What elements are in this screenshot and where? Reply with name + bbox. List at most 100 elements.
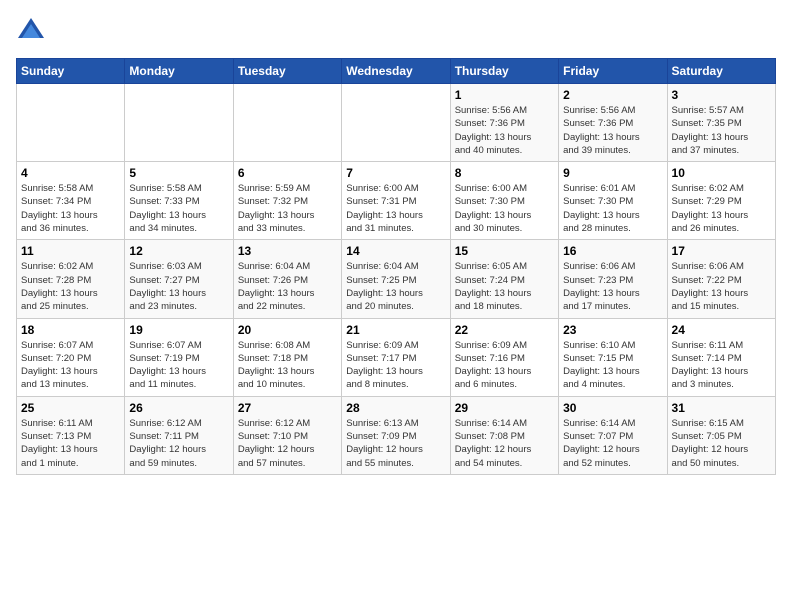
day-number: 26 <box>129 401 228 415</box>
calendar-cell: 24Sunrise: 6:11 AM Sunset: 7:14 PM Dayli… <box>667 318 775 396</box>
day-number: 18 <box>21 323 120 337</box>
calendar-cell: 22 Sunrise: 6:09 AM Sunset: 7:16 PM Dayli… <box>450 318 558 396</box>
calendar-cell: 3 Sunrise: 5:57 AM Sunset: 7:35 PM Daylig… <box>667 84 775 162</box>
page-header <box>16 16 776 46</box>
day-number: 25 <box>21 401 120 415</box>
calendar: SundayMondayTuesdayWednesdayThursdayFrid… <box>16 58 776 475</box>
calendar-week-3: 11 Sunrise: 6:02 AM Sunset: 7:28 PM Dayli… <box>17 240 776 318</box>
day-number: 3 <box>672 88 771 102</box>
day-info: Sunrise: 6:15 AM Sunset: 7:05 PM Dayligh… <box>672 417 771 470</box>
calendar-cell <box>233 84 341 162</box>
day-info: Sunrise: 6:04 AM Sunset: 7:26 PM Dayligh… <box>238 260 337 313</box>
calendar-cell: 7 Sunrise: 6:00 AM Sunset: 7:31 PM Daylig… <box>342 162 450 240</box>
calendar-cell: 8 Sunrise: 6:00 AM Sunset: 7:30 PM Daylig… <box>450 162 558 240</box>
calendar-week-5: 25 Sunrise: 6:11 AM Sunset: 7:13 PM Dayli… <box>17 396 776 474</box>
day-info: Sunrise: 6:06 AM Sunset: 7:22 PM Dayligh… <box>672 260 771 313</box>
calendar-cell: 26 Sunrise: 6:12 AM Sunset: 7:11 PM Dayli… <box>125 396 233 474</box>
day-info: Sunrise: 6:14 AM Sunset: 7:07 PM Dayligh… <box>563 417 662 470</box>
day-number: 12 <box>129 244 228 258</box>
day-number: 17 <box>672 244 771 258</box>
day-info: Sunrise: 5:57 AM Sunset: 7:35 PM Dayligh… <box>672 104 771 157</box>
calendar-week-4: 18Sunrise: 6:07 AM Sunset: 7:20 PM Dayli… <box>17 318 776 396</box>
day-number: 15 <box>455 244 554 258</box>
calendar-cell: 10Sunrise: 6:02 AM Sunset: 7:29 PM Dayli… <box>667 162 775 240</box>
day-number: 14 <box>346 244 445 258</box>
day-number: 21 <box>346 323 445 337</box>
day-info: Sunrise: 5:59 AM Sunset: 7:32 PM Dayligh… <box>238 182 337 235</box>
day-number: 24 <box>672 323 771 337</box>
day-number: 20 <box>238 323 337 337</box>
day-number: 8 <box>455 166 554 180</box>
day-info: Sunrise: 5:58 AM Sunset: 7:33 PM Dayligh… <box>129 182 228 235</box>
day-number: 4 <box>21 166 120 180</box>
day-info: Sunrise: 5:56 AM Sunset: 7:36 PM Dayligh… <box>455 104 554 157</box>
calendar-cell: 21 Sunrise: 6:09 AM Sunset: 7:17 PM Dayli… <box>342 318 450 396</box>
calendar-header-saturday: Saturday <box>667 59 775 84</box>
logo <box>16 16 50 46</box>
day-number: 9 <box>563 166 662 180</box>
day-number: 27 <box>238 401 337 415</box>
calendar-cell: 5 Sunrise: 5:58 AM Sunset: 7:33 PM Daylig… <box>125 162 233 240</box>
day-info: Sunrise: 5:56 AM Sunset: 7:36 PM Dayligh… <box>563 104 662 157</box>
day-number: 31 <box>672 401 771 415</box>
calendar-cell: 4 Sunrise: 5:58 AM Sunset: 7:34 PM Daylig… <box>17 162 125 240</box>
calendar-header-sunday: Sunday <box>17 59 125 84</box>
calendar-cell: 28 Sunrise: 6:13 AM Sunset: 7:09 PM Dayli… <box>342 396 450 474</box>
day-number: 16 <box>563 244 662 258</box>
calendar-header-monday: Monday <box>125 59 233 84</box>
calendar-cell: 14 Sunrise: 6:04 AM Sunset: 7:25 PM Dayli… <box>342 240 450 318</box>
calendar-cell: 16 Sunrise: 6:06 AM Sunset: 7:23 PM Dayli… <box>559 240 667 318</box>
calendar-week-2: 4 Sunrise: 5:58 AM Sunset: 7:34 PM Daylig… <box>17 162 776 240</box>
calendar-cell <box>342 84 450 162</box>
day-info: Sunrise: 6:11 AM Sunset: 7:13 PM Dayligh… <box>21 417 120 470</box>
calendar-cell: 23 Sunrise: 6:10 AM Sunset: 7:15 PM Dayli… <box>559 318 667 396</box>
day-number: 29 <box>455 401 554 415</box>
day-number: 28 <box>346 401 445 415</box>
day-info: Sunrise: 6:12 AM Sunset: 7:11 PM Dayligh… <box>129 417 228 470</box>
day-info: Sunrise: 6:00 AM Sunset: 7:30 PM Dayligh… <box>455 182 554 235</box>
calendar-cell: 29 Sunrise: 6:14 AM Sunset: 7:08 PM Dayli… <box>450 396 558 474</box>
day-info: Sunrise: 6:00 AM Sunset: 7:31 PM Dayligh… <box>346 182 445 235</box>
calendar-header-friday: Friday <box>559 59 667 84</box>
day-info: Sunrise: 6:14 AM Sunset: 7:08 PM Dayligh… <box>455 417 554 470</box>
day-info: Sunrise: 6:01 AM Sunset: 7:30 PM Dayligh… <box>563 182 662 235</box>
calendar-week-1: 1 Sunrise: 5:56 AM Sunset: 7:36 PM Daylig… <box>17 84 776 162</box>
day-info: Sunrise: 6:09 AM Sunset: 7:17 PM Dayligh… <box>346 339 445 392</box>
logo-icon <box>16 16 46 46</box>
day-number: 11 <box>21 244 120 258</box>
calendar-cell: 15 Sunrise: 6:05 AM Sunset: 7:24 PM Dayli… <box>450 240 558 318</box>
day-info: Sunrise: 6:05 AM Sunset: 7:24 PM Dayligh… <box>455 260 554 313</box>
calendar-cell: 1 Sunrise: 5:56 AM Sunset: 7:36 PM Daylig… <box>450 84 558 162</box>
day-number: 6 <box>238 166 337 180</box>
calendar-cell: 12 Sunrise: 6:03 AM Sunset: 7:27 PM Dayli… <box>125 240 233 318</box>
day-info: Sunrise: 6:02 AM Sunset: 7:29 PM Dayligh… <box>672 182 771 235</box>
day-number: 22 <box>455 323 554 337</box>
day-info: Sunrise: 6:08 AM Sunset: 7:18 PM Dayligh… <box>238 339 337 392</box>
calendar-header-row: SundayMondayTuesdayWednesdayThursdayFrid… <box>17 59 776 84</box>
day-number: 23 <box>563 323 662 337</box>
calendar-cell: 13 Sunrise: 6:04 AM Sunset: 7:26 PM Dayli… <box>233 240 341 318</box>
day-info: Sunrise: 6:13 AM Sunset: 7:09 PM Dayligh… <box>346 417 445 470</box>
calendar-cell: 25 Sunrise: 6:11 AM Sunset: 7:13 PM Dayli… <box>17 396 125 474</box>
calendar-cell: 18Sunrise: 6:07 AM Sunset: 7:20 PM Dayli… <box>17 318 125 396</box>
day-info: Sunrise: 5:58 AM Sunset: 7:34 PM Dayligh… <box>21 182 120 235</box>
day-info: Sunrise: 6:06 AM Sunset: 7:23 PM Dayligh… <box>563 260 662 313</box>
day-number: 30 <box>563 401 662 415</box>
day-info: Sunrise: 6:10 AM Sunset: 7:15 PM Dayligh… <box>563 339 662 392</box>
calendar-header-thursday: Thursday <box>450 59 558 84</box>
day-number: 5 <box>129 166 228 180</box>
day-info: Sunrise: 6:09 AM Sunset: 7:16 PM Dayligh… <box>455 339 554 392</box>
day-number: 7 <box>346 166 445 180</box>
calendar-cell: 19Sunrise: 6:07 AM Sunset: 7:19 PM Dayli… <box>125 318 233 396</box>
day-info: Sunrise: 6:12 AM Sunset: 7:10 PM Dayligh… <box>238 417 337 470</box>
calendar-cell: 2 Sunrise: 5:56 AM Sunset: 7:36 PM Daylig… <box>559 84 667 162</box>
calendar-cell: 9 Sunrise: 6:01 AM Sunset: 7:30 PM Daylig… <box>559 162 667 240</box>
calendar-header-tuesday: Tuesday <box>233 59 341 84</box>
calendar-cell <box>17 84 125 162</box>
day-number: 2 <box>563 88 662 102</box>
day-info: Sunrise: 6:03 AM Sunset: 7:27 PM Dayligh… <box>129 260 228 313</box>
day-info: Sunrise: 6:04 AM Sunset: 7:25 PM Dayligh… <box>346 260 445 313</box>
day-number: 13 <box>238 244 337 258</box>
day-info: Sunrise: 6:02 AM Sunset: 7:28 PM Dayligh… <box>21 260 120 313</box>
day-number: 1 <box>455 88 554 102</box>
